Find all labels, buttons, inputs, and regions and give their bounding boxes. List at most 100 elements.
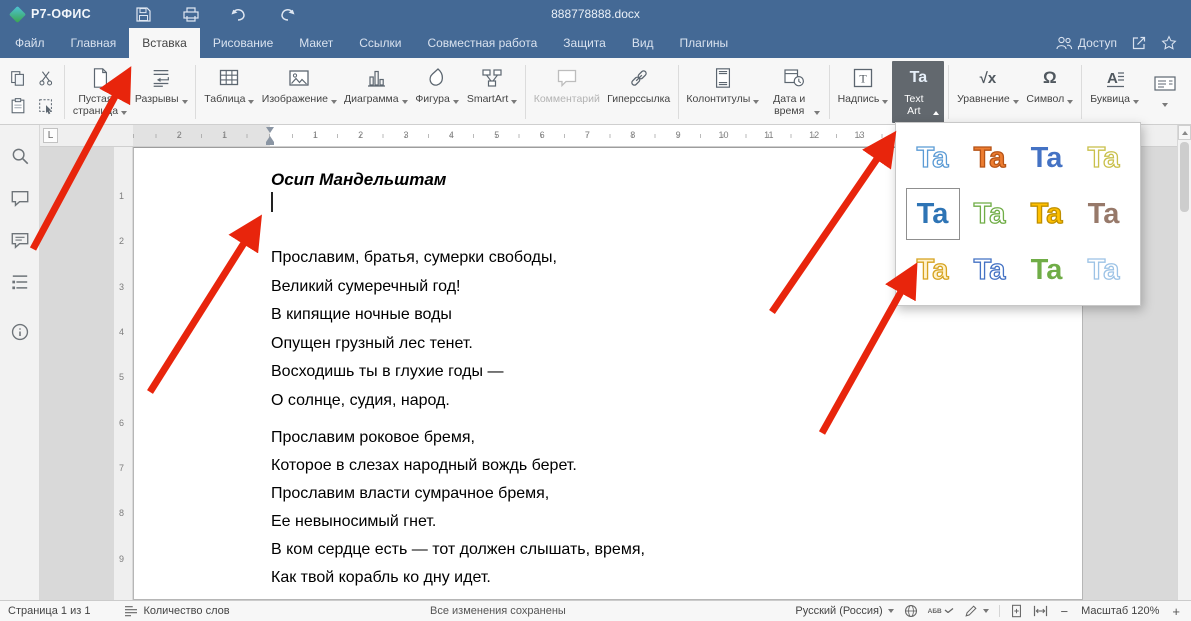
insert-chart-button[interactable]: Диаграмма	[340, 61, 411, 123]
open-file-location-button[interactable]	[1131, 35, 1147, 51]
textart-style-option-3[interactable]: Ta	[1021, 133, 1073, 183]
tab-home[interactable]: Главная	[58, 28, 130, 58]
tab-layout[interactable]: Макет	[286, 28, 346, 58]
tab-draw[interactable]: Рисование	[200, 28, 286, 58]
poem-stanza-2: Прославим роковое бремя, Которое в слеза…	[271, 424, 645, 592]
chat-panel-button[interactable]	[9, 229, 31, 251]
left-indent-box-marker[interactable]	[266, 142, 274, 145]
date-time-button[interactable]: Дата и время	[763, 61, 825, 123]
navigation-panel-button[interactable]	[9, 271, 31, 293]
zoom-out-button[interactable]: −	[1058, 604, 1072, 619]
tab-references[interactable]: Ссылки	[346, 28, 414, 58]
copy-button[interactable]	[6, 65, 30, 91]
equation-button[interactable]: √x Уравнение	[953, 61, 1022, 123]
blank-page-button[interactable]: Пустая страница	[69, 61, 131, 123]
save-button[interactable]	[123, 0, 164, 28]
about-panel-button[interactable]	[9, 321, 31, 343]
undo-icon	[230, 7, 248, 22]
date-time-icon	[782, 64, 806, 92]
print-icon	[182, 6, 200, 23]
set-language-button[interactable]	[904, 604, 918, 618]
textart-style-option-11[interactable]: Ta	[1021, 245, 1073, 295]
print-button[interactable]	[170, 0, 212, 28]
hyperlink-button[interactable]: Гиперссылка	[603, 61, 673, 123]
chevron-down-icon	[453, 100, 459, 104]
language-selector[interactable]: Русский (Россия)	[795, 605, 893, 617]
info-icon	[10, 322, 30, 342]
word-count-button[interactable]: Количество слов	[124, 605, 229, 617]
chat-bubble-icon	[10, 231, 30, 250]
tab-collaboration[interactable]: Совместная работа	[414, 28, 550, 58]
textart-style-option-4[interactable]: Ta	[1078, 133, 1130, 183]
cut-button[interactable]	[34, 65, 58, 91]
first-line-indent-marker[interactable]	[266, 127, 274, 133]
zoom-level-label[interactable]: Масштаб 120%	[1081, 605, 1159, 617]
textart-style-option-9[interactable]: Ta	[907, 245, 959, 295]
header-footer-icon	[712, 64, 734, 92]
open-location-icon	[1131, 35, 1147, 51]
track-changes-button[interactable]	[964, 604, 989, 618]
spellcheck-button[interactable]: АБВ	[928, 608, 954, 615]
tab-stop-selector[interactable]: L	[43, 128, 58, 143]
page-number-status[interactable]: Страница 1 из 1	[8, 605, 90, 617]
chevron-down-icon	[511, 100, 517, 104]
track-changes-icon	[964, 604, 978, 618]
insert-image-button[interactable]: Изображение	[258, 61, 340, 123]
symbol-button[interactable]: Ω Символ	[1022, 61, 1077, 123]
textart-style-option-8[interactable]: Ta	[1078, 189, 1130, 239]
textart-style-option-1[interactable]: Ta	[907, 133, 959, 183]
insert-smartart-button[interactable]: SmartArt	[463, 61, 521, 123]
share-access-button[interactable]: Доступ	[1055, 36, 1117, 50]
tab-protection[interactable]: Защита	[550, 28, 619, 58]
undo-button[interactable]	[218, 0, 260, 28]
date-time-label: Дата и время	[768, 94, 811, 117]
textart-style-option-12[interactable]: Ta	[1078, 245, 1130, 295]
dropcap-button[interactable]: A Буквица	[1086, 61, 1143, 123]
tab-file[interactable]: Файл	[2, 28, 58, 58]
chevron-down-icon	[983, 609, 989, 613]
redo-button[interactable]	[266, 0, 308, 28]
tab-insert[interactable]: Вставка	[129, 28, 200, 58]
poem-line: В кипящие ночные воды	[271, 301, 557, 330]
dropcap-label: Буквица	[1090, 94, 1130, 106]
comments-panel-button[interactable]	[9, 187, 31, 209]
clipboard-group	[4, 61, 60, 123]
fit-page-button[interactable]	[1010, 604, 1023, 618]
poem-line: Как твой корабль ко дну идет.	[271, 564, 645, 592]
fit-width-button[interactable]	[1033, 605, 1048, 617]
chevron-down-icon	[888, 609, 894, 613]
textart-icon: Ta	[910, 69, 927, 87]
textart-style-option-5[interactable]: Ta	[907, 189, 959, 239]
poem-stanza-1: Прославим, братья, сумерки свободы, Вели…	[271, 244, 557, 416]
scroll-up-button[interactable]	[1178, 125, 1191, 140]
textart-style-option-7[interactable]: Ta	[1021, 189, 1073, 239]
chevron-down-icon	[1013, 100, 1019, 104]
chevron-down-icon	[402, 100, 408, 104]
search-icon	[10, 146, 30, 166]
app-window: 888778888.docx Р7-ОФИС Файл Главная Вста…	[0, 0, 1191, 621]
breaks-button[interactable]: Разрывы	[131, 61, 191, 123]
scrollbar-thumb[interactable]	[1180, 142, 1189, 212]
textart-button[interactable]: Ta Text Art	[892, 61, 944, 123]
tab-view[interactable]: Вид	[619, 28, 667, 58]
textart-style-option-6[interactable]: Ta	[964, 189, 1016, 239]
tab-plugins[interactable]: Плагины	[667, 28, 742, 58]
textart-style-option-10[interactable]: Ta	[964, 245, 1016, 295]
fit-page-icon	[1010, 604, 1023, 618]
zoom-in-button[interactable]: +	[1169, 604, 1183, 619]
paste-button[interactable]	[6, 93, 30, 119]
titlebar: 888778888.docx Р7-ОФИС	[0, 0, 1191, 28]
textart-style-option-2[interactable]: Ta	[964, 133, 1016, 183]
header-footer-button[interactable]: Колонтитулы	[683, 61, 763, 123]
toolbar-more-button[interactable]	[1143, 61, 1187, 123]
select-all-button[interactable]	[34, 93, 58, 119]
favorite-star-button[interactable]	[1161, 35, 1177, 51]
vertical-scrollbar[interactable]	[1177, 125, 1191, 600]
textbox-button[interactable]: T Надпись	[834, 61, 893, 123]
comment-label: Комментарий	[534, 94, 600, 106]
star-icon	[1161, 35, 1177, 51]
insert-shape-button[interactable]: Фигура	[411, 61, 463, 123]
insert-table-button[interactable]: Таблица	[200, 61, 258, 123]
comment-button[interactable]: Комментарий	[530, 61, 603, 123]
search-button[interactable]	[9, 145, 31, 167]
